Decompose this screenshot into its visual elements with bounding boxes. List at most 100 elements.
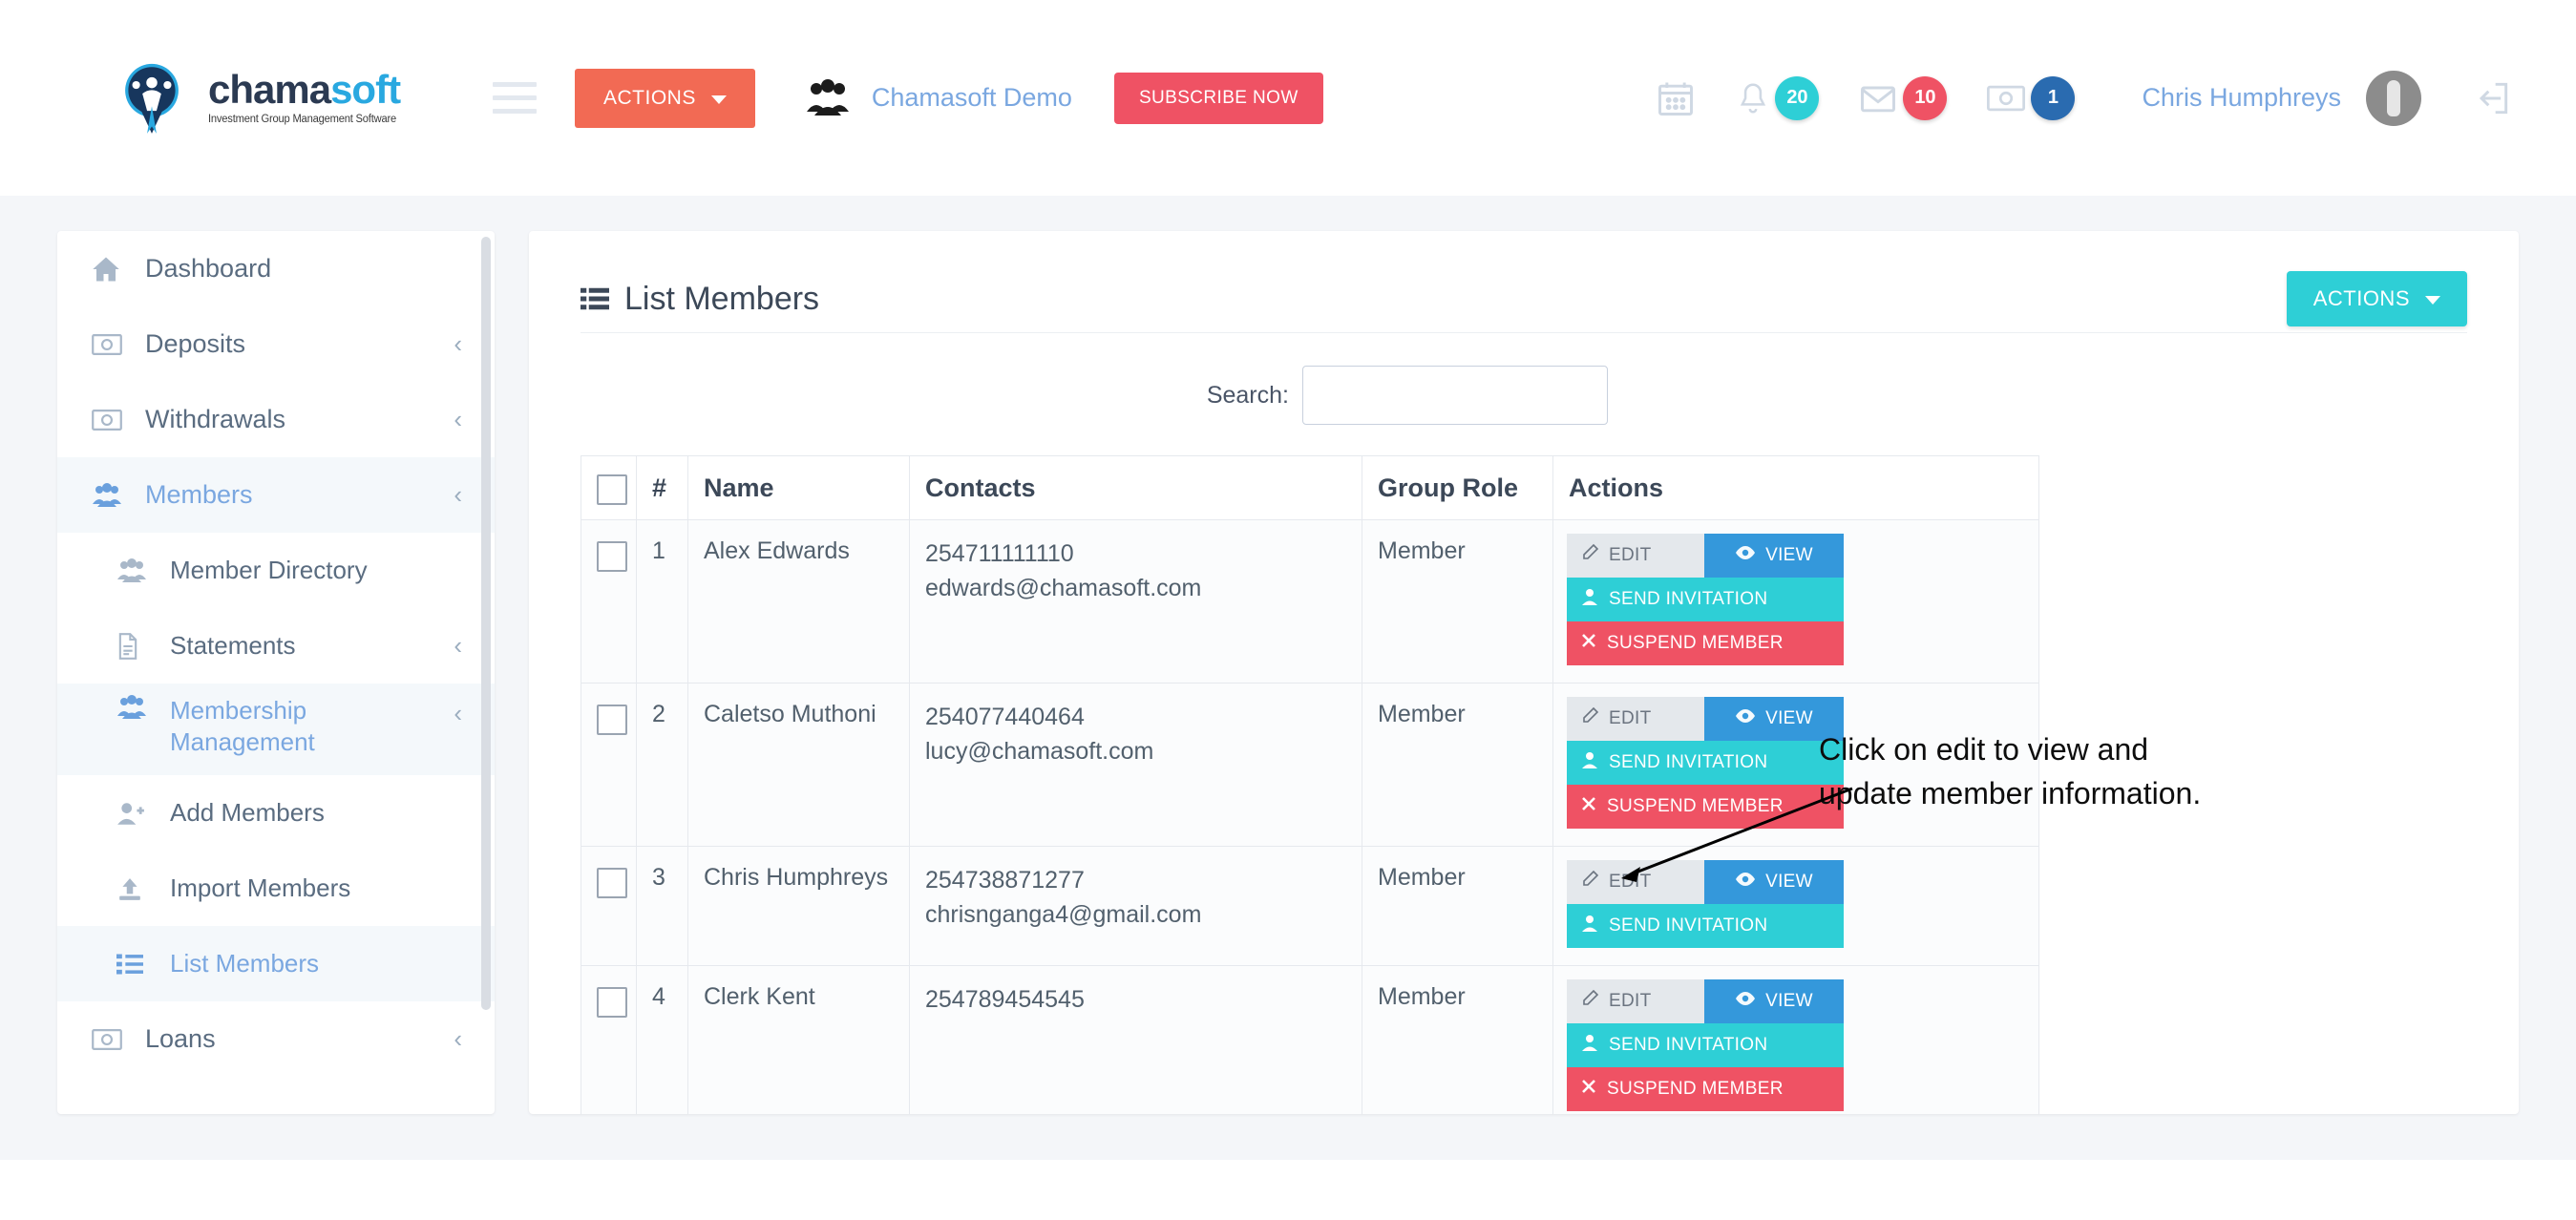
row-checkbox[interactable] (597, 868, 627, 898)
user-name-label[interactable]: Chris Humphreys (2142, 83, 2341, 113)
notifications-button[interactable]: 20 (1735, 75, 1820, 120)
view-button[interactable]: VIEW (1704, 534, 1844, 578)
pencil-icon (1580, 706, 1599, 731)
brand-name-part1: chama (208, 67, 331, 113)
row-email: edwards@chamasoft.com (925, 574, 1202, 601)
view-label: VIEW (1765, 545, 1813, 565)
people-icon (116, 557, 155, 583)
close-icon (1580, 795, 1597, 818)
sidebar-item-import-members[interactable]: Import Members (57, 851, 495, 926)
list-icon (116, 953, 155, 976)
row-name: Clerk Kent (687, 965, 910, 1114)
sidebar-item-members[interactable]: Members ‹ (57, 457, 495, 533)
view-button[interactable]: VIEW (1704, 860, 1844, 904)
list-icon (581, 287, 609, 310)
table-row: 1 Alex Edwards 254711111110 edwards@chamaso… (581, 519, 2039, 684)
row-actions: EDIT VIEW SEND INVITATION SUSPEND MEMBER (1552, 683, 2039, 847)
table-body: 1 Alex Edwards 254711111110 edwards@chamaso… (581, 519, 2039, 1114)
send-invitation-button[interactable]: SEND INVITATION (1567, 1023, 1844, 1067)
bell-notification-icon (1741, 82, 1766, 113)
row-contacts: 254711111110 edwards@chamasoft.com (909, 519, 1362, 684)
group-switcher[interactable]: Chamasoft Demo (805, 78, 1072, 117)
person-icon (1580, 1033, 1599, 1058)
view-label: VIEW (1765, 708, 1813, 728)
eye-icon (1735, 872, 1756, 893)
suspend-member-label: SUSPEND MEMBER (1607, 796, 1784, 816)
eye-icon (1735, 991, 1756, 1012)
row-checkbox[interactable] (597, 705, 627, 735)
suspend-member-button[interactable]: SUSPEND MEMBER (1567, 621, 1844, 665)
people-icon (116, 695, 155, 720)
content-actions-button[interactable]: ACTIONS (2286, 271, 2467, 326)
edit-button[interactable]: EDIT (1567, 979, 1704, 1023)
suspend-member-button[interactable]: SUSPEND MEMBER (1567, 1067, 1844, 1111)
row-select-cell (581, 965, 637, 1114)
edit-button[interactable]: EDIT (1567, 860, 1704, 904)
table-row: 3 Chris Humphreys 254738871277 chrisnganga4… (581, 846, 2039, 966)
suspend-member-button[interactable]: SUSPEND MEMBER (1567, 785, 1844, 829)
table-row: 2 Caletso Muthoni 254077440464 lucy@chamaso… (581, 683, 2039, 847)
row-contacts: 254738871277 chrisnganga4@gmail.com (909, 846, 1362, 966)
edit-button[interactable]: EDIT (1567, 534, 1704, 578)
home-icon (92, 256, 130, 283)
send-invitation-button[interactable]: SEND INVITATION (1567, 904, 1844, 948)
sidebar-item-deposits[interactable]: Deposits ‹ (57, 306, 495, 382)
view-button[interactable]: VIEW (1704, 697, 1844, 741)
logout-button[interactable] (2471, 77, 2513, 119)
close-icon (1580, 1078, 1597, 1101)
notifications-badge: 20 (1775, 75, 1820, 120)
topbar-actions-button[interactable]: ACTIONS (575, 68, 755, 128)
money-icon (92, 333, 130, 356)
view-label: VIEW (1765, 872, 1813, 892)
chevron-down-icon (2425, 296, 2440, 305)
row-index: 4 (636, 965, 688, 1114)
brand-logo-block[interactable]: chamasoft Investment Group Management So… (113, 58, 456, 138)
sidebar-scrollbar[interactable] (481, 237, 491, 1010)
sidebar-item-member-directory[interactable]: Member Directory (57, 533, 495, 608)
row-select-cell (581, 683, 637, 847)
row-email: chrisnganga4@gmail.com (925, 900, 1202, 928)
sidebar-item-loans[interactable]: Loans ‹ (57, 1001, 495, 1077)
money-note-icon (1987, 85, 2026, 111)
subscribe-now-button[interactable]: SUBSCRIBE NOW (1113, 72, 1323, 124)
row-group-role: Member (1362, 683, 1553, 847)
table-row: 4 Clerk Kent 254789454545 Member EDIT VIEW SEN… (581, 965, 2039, 1114)
page-body: Dashboard Deposits ‹ Withdrawals ‹ Members ‹ Me… (0, 196, 2576, 1160)
select-all-checkbox[interactable] (597, 474, 627, 505)
row-checkbox[interactable] (597, 541, 627, 572)
envelope-mail-icon (1861, 86, 1896, 112)
payments-button[interactable]: 1 (1985, 75, 2076, 120)
close-icon (1580, 632, 1597, 655)
sidebar-item-label: Deposits (145, 328, 246, 358)
calendar-button[interactable] (1655, 76, 1697, 120)
sidebar-item-add-members[interactable]: Add Members (57, 775, 495, 851)
send-invitation-button[interactable]: SEND INVITATION (1567, 741, 1844, 785)
sidebar-item-list-members[interactable]: List Members (57, 926, 495, 1001)
money-icon (92, 1028, 130, 1051)
search-input[interactable] (1302, 366, 1608, 425)
sidebar-item-label: Membership Management (170, 696, 315, 756)
sidebar-item-statements[interactable]: Statements ‹ (57, 608, 495, 684)
money-icon (92, 409, 130, 431)
hamburger-menu-icon[interactable] (493, 82, 537, 114)
sidebar-item-dashboard[interactable]: Dashboard (57, 231, 495, 306)
group-people-icon (806, 78, 849, 116)
sidebar-item-label: Loans (145, 1023, 216, 1053)
sidebar-item-withdrawals[interactable]: Withdrawals ‹ (57, 382, 495, 457)
row-contacts: 254077440464 lucy@chamasoft.com (909, 683, 1362, 847)
content-actions-label: ACTIONS (2312, 286, 2410, 310)
row-actions: EDIT VIEW SEND INVITATION (1552, 846, 2039, 966)
row-name: Alex Edwards (687, 519, 910, 684)
user-avatar[interactable] (2366, 70, 2421, 126)
chevron-left-icon: ‹ (454, 631, 462, 660)
chevron-left-icon: ‹ (454, 1024, 462, 1053)
header-contacts: Contacts (909, 455, 1362, 520)
row-checkbox[interactable] (597, 987, 627, 1018)
messages-button[interactable]: 10 (1857, 75, 1948, 120)
edit-button[interactable]: EDIT (1567, 697, 1704, 741)
view-button[interactable]: VIEW (1704, 979, 1844, 1023)
send-invitation-button[interactable]: SEND INVITATION (1567, 578, 1844, 621)
sidebar-item-membership-management[interactable]: Membership Management ‹ (57, 684, 495, 775)
header-group-role: Group Role (1362, 455, 1553, 520)
top-navbar: chamasoft Investment Group Management So… (0, 0, 2576, 196)
